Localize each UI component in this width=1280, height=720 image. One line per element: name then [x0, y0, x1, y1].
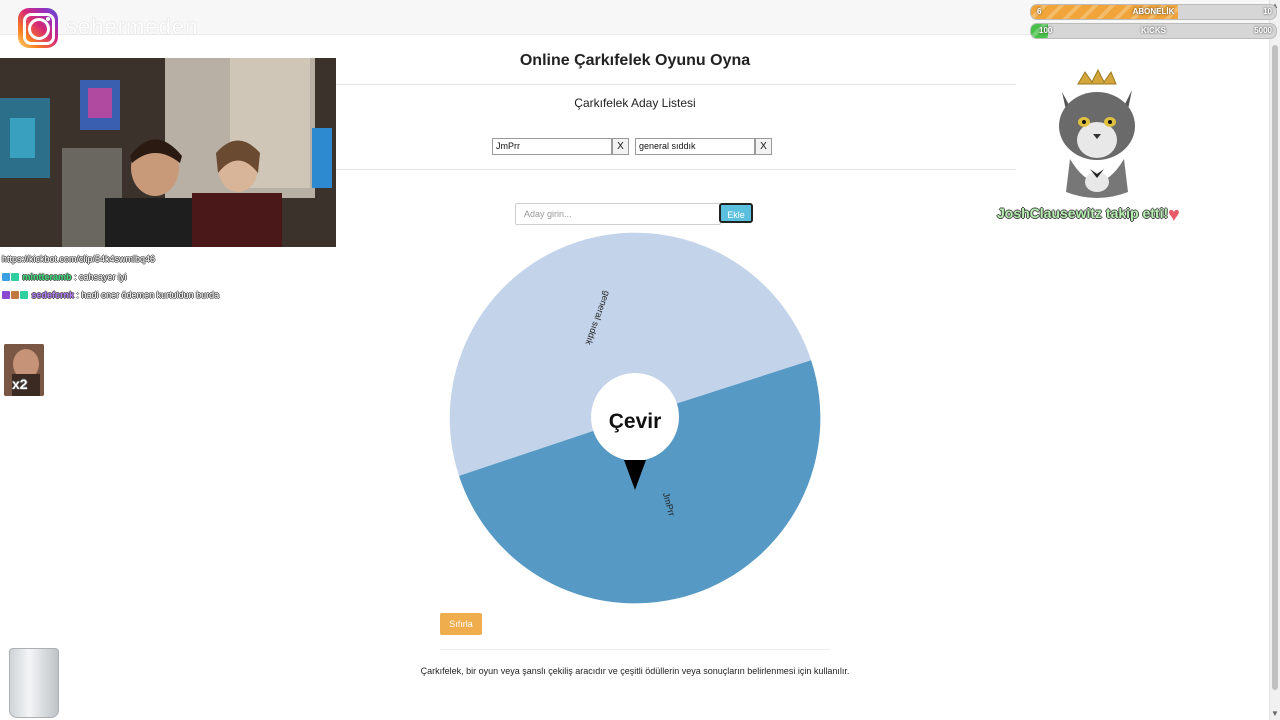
chat-message: https://kickbot.com/clip/54k4swmlbq46 — [2, 254, 155, 264]
heart-icon: ♥ — [1168, 204, 1180, 226]
chat-message: sedefcrnk : hadi oner ödemen kurtuldun b… — [2, 290, 219, 300]
spin-button[interactable]: Çevir — [609, 410, 662, 433]
badge-icon — [2, 273, 10, 281]
page-description: Çarkıfelek, bir oyun veya şanslı çekiliş… — [420, 666, 850, 676]
goal-bar-end: 10 — [1263, 7, 1272, 16]
divider — [336, 84, 1016, 85]
divider — [440, 649, 830, 650]
add-candidate-button[interactable]: Ekle — [719, 203, 753, 223]
follow-alert: JoshClausewitz takip etti! — [997, 205, 1168, 221]
divider — [336, 169, 1016, 170]
chat-username: mintteramb — [22, 272, 72, 282]
chat-username: sedefcrnk — [31, 290, 75, 300]
instagram-handle: sehermeden — [66, 14, 199, 39]
chat-message-text: : hadi oner ödemen kurtuldun burda — [74, 290, 220, 300]
candidate-list-heading: Çarkıfelek Aday Listesi — [574, 96, 696, 110]
chat-message: mintteramb : cahsayer iyi — [2, 272, 127, 282]
remove-candidate-button[interactable]: X — [612, 138, 629, 155]
candidate-name-field[interactable]: JmPrr — [492, 138, 612, 155]
subscription-goal-bar: 6 ABONELİK 10 — [1030, 4, 1277, 20]
instagram-icon — [18, 8, 58, 48]
webcam-feed — [0, 58, 336, 247]
badge-icon — [2, 291, 10, 299]
badge-icon — [20, 291, 28, 299]
scrollbar-thumb[interactable] — [1272, 45, 1278, 690]
badge-icon — [11, 273, 19, 281]
follow-alert-text: takip etti! — [1102, 205, 1169, 221]
cat-mascot-icon — [1059, 68, 1135, 198]
candidate-name-field[interactable]: general sıddık — [635, 138, 755, 155]
goal-bar-label: KICKS — [1141, 26, 1166, 35]
chat-message-text: : cahsayer iyi — [71, 272, 127, 282]
reset-button[interactable]: Sıfırla — [440, 613, 482, 635]
remove-candidate-button[interactable]: X — [755, 138, 772, 155]
page-title: Online Çarkıfelek Oyunu Oyna — [519, 52, 751, 69]
page-scrollbar[interactable]: ▲ ▼ — [1269, 0, 1280, 720]
follow-alert-user: JoshClausewitz — [997, 205, 1103, 221]
scroll-down-icon[interactable]: ▼ — [1271, 710, 1279, 718]
spin-wheel[interactable]: general sıddık JmPrr Çevir — [440, 222, 830, 612]
badge-icon — [11, 291, 19, 299]
goal-bar-end: 5000 — [1254, 26, 1272, 35]
kicks-goal-bar: 100 KICKS 5000 — [1030, 23, 1277, 39]
goal-bar-label: ABONELİK — [1132, 7, 1175, 16]
drinking-glass — [9, 648, 59, 718]
chat-message-text: https://kickbot.com/clip/54k4swmlbq46 — [2, 254, 156, 264]
avatar-multiplier: x2 — [12, 376, 28, 392]
